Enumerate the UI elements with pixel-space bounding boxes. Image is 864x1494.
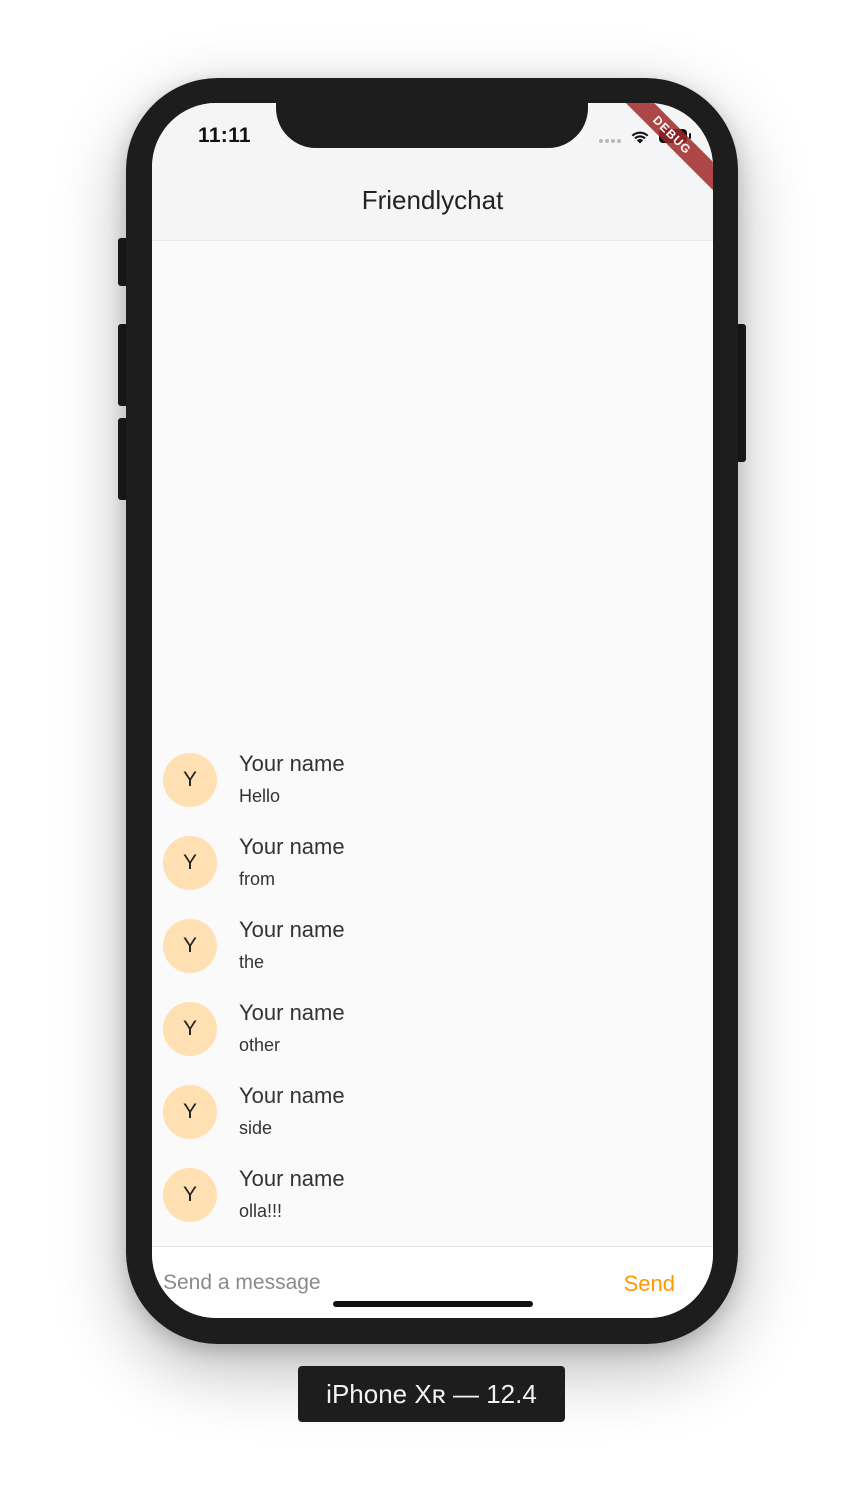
message-item: Y Your name olla!!! <box>152 1166 713 1249</box>
message-item: Y Your name Hello <box>152 751 713 834</box>
message-text: side <box>239 1118 273 1138</box>
message-text: the <box>239 952 265 972</box>
avatar: Y <box>163 919 217 973</box>
message-sender-name: Your name <box>239 1000 345 1025</box>
message-list[interactable]: Y Your name Hello Y Your name from Y You… <box>152 751 713 1249</box>
home-indicator[interactable] <box>333 1301 533 1307</box>
device-label: iPhone Xʀ — 12.4 <box>298 1366 565 1422</box>
avatar: Y <box>163 1085 217 1139</box>
cellular-signal-icon <box>599 129 621 143</box>
message-sender-name: Your name <box>239 834 345 859</box>
notch <box>276 103 588 148</box>
message-sender-name: Your name <box>239 917 345 942</box>
avatar: Y <box>163 753 217 807</box>
message-text: olla!!! <box>239 1201 283 1221</box>
phone-screen: DEBUG 11:11 Friendlychat Y Your name Hel… <box>152 103 713 1318</box>
message-text: from <box>239 869 275 889</box>
message-text: other <box>239 1035 281 1055</box>
message-sender-name: Your name <box>239 1166 345 1191</box>
message-item: Y Your name from <box>152 834 713 917</box>
status-time: 11:11 <box>198 124 251 147</box>
message-input[interactable] <box>163 1267 583 1299</box>
send-button[interactable]: Send <box>624 1271 675 1297</box>
wifi-icon <box>631 131 649 144</box>
avatar: Y <box>163 1168 217 1222</box>
avatar: Y <box>163 1002 217 1056</box>
message-sender-name: Your name <box>239 1083 345 1108</box>
simulator-stage: DEBUG 11:11 Friendlychat Y Your name Hel… <box>0 0 864 1494</box>
message-item: Y Your name side <box>152 1083 713 1166</box>
message-item: Y Your name the <box>152 917 713 1000</box>
message-text: Hello <box>239 786 281 806</box>
message-sender-name: Your name <box>239 751 345 776</box>
message-item: Y Your name other <box>152 1000 713 1083</box>
avatar: Y <box>163 836 217 890</box>
message-composer: Send <box>152 1246 713 1318</box>
app-title: Friendlychat <box>361 185 504 215</box>
